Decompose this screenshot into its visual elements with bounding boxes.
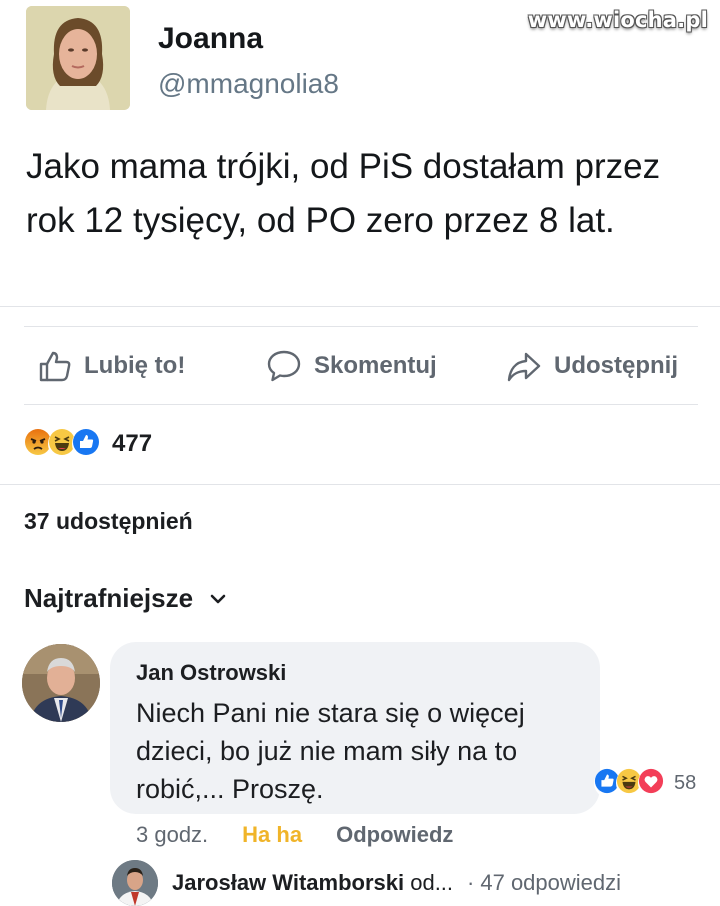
- tweet-avatar: [26, 6, 130, 110]
- comment-reactions-count: 58: [674, 771, 697, 794]
- chevron-down-icon: [210, 594, 226, 603]
- shares-count[interactable]: 37 udostępnień: [24, 508, 193, 535]
- comment-button-label: Skomentuj: [314, 352, 437, 379]
- comment-sort-dropdown[interactable]: Najtrafniejsze: [24, 583, 227, 614]
- tweet-author-name[interactable]: Joanna: [158, 22, 263, 56]
- reply-avatar[interactable]: [112, 860, 158, 906]
- reactions-summary[interactable]: 477: [24, 424, 152, 464]
- share-button-label: Udostępnij: [554, 352, 678, 379]
- comment-text: Niech Pani nie stara się o więcej dzieci…: [136, 698, 525, 804]
- watermark: www.wiocha.pl: [527, 8, 708, 32]
- thumbs-up-icon: [39, 351, 71, 382]
- avatar[interactable]: [22, 644, 100, 722]
- comment-reactions[interactable]: 58: [594, 766, 696, 800]
- sort-label: Najtrafniejsze: [24, 583, 194, 613]
- share-button[interactable]: Udostępnij: [506, 344, 678, 388]
- share-icon: [507, 352, 541, 382]
- tweet-text: Jako mama trójki, od PiS dostałam przez …: [26, 147, 661, 240]
- divider: [0, 306, 720, 307]
- divider: [0, 484, 720, 485]
- comment-timestamp[interactable]: 3 godz.: [136, 822, 208, 848]
- comment-reply-button[interactable]: Odpowiedz: [336, 822, 453, 848]
- like-button[interactable]: Lubię to!: [38, 344, 185, 388]
- replies-count[interactable]: 47 odpowiedzi: [480, 870, 621, 896]
- reactions-count: 477: [112, 430, 153, 457]
- separator-dot: ·: [467, 870, 475, 895]
- love-icon: [638, 768, 668, 798]
- reply-preview[interactable]: Jarosław Witamborski od... · 47 odpowied…: [172, 870, 621, 896]
- divider: [24, 326, 698, 327]
- divider: [24, 404, 698, 405]
- like-button-label: Lubię to!: [84, 352, 186, 379]
- comment-icon: [267, 350, 301, 382]
- tweet-author-handle[interactable]: @mmagnolia8: [158, 68, 339, 100]
- reply-snippet: od...: [404, 870, 454, 895]
- like-icon: [72, 428, 104, 460]
- comment-button[interactable]: Skomentuj: [266, 344, 437, 388]
- comment-meta: 3 godz. Ha ha Odpowiedz: [136, 822, 453, 848]
- comment-reaction-button[interactable]: Ha ha: [242, 822, 302, 848]
- comment-author[interactable]: Jan Ostrowski: [136, 660, 286, 686]
- reply-author[interactable]: Jarosław Witamborski: [172, 870, 404, 896]
